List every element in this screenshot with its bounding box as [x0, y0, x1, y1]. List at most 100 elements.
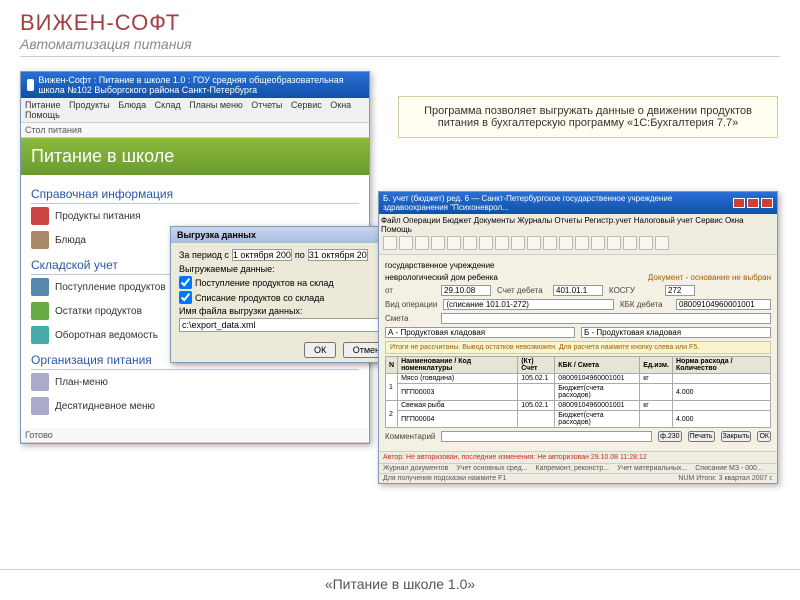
dish-icon — [31, 231, 49, 249]
table-row[interactable]: ПГП00004 Бюджет(счета расходов) 4.000 — [386, 411, 771, 428]
cell: Бюджет(счета расходов) — [555, 384, 640, 401]
th-name[interactable]: Наименование / Код номенклатуры — [398, 357, 518, 374]
close-icon[interactable] — [761, 198, 773, 208]
menu-item[interactable]: Блюда — [118, 100, 146, 110]
menu-item[interactable]: Продукты — [69, 100, 110, 110]
tab[interactable]: Списание МЗ - 000... — [695, 465, 763, 472]
table-row[interactable]: 2 Свежая рыба 105.02.1 08009104960001001… — [386, 401, 771, 411]
nav-plan-menu[interactable]: План-меню — [31, 370, 359, 394]
toolbar-icon[interactable] — [543, 236, 557, 250]
titlebar-1c[interactable]: Б. учет (бюджет) ред. 6 — Санкт-Петербур… — [379, 192, 777, 214]
btn-ok[interactable]: ОК — [757, 431, 771, 442]
kosgu-label: КОСГУ — [609, 286, 659, 295]
menu-item[interactable]: Планы меню — [189, 100, 243, 110]
menubar[interactable]: Питание Продукты Блюда Склад Планы меню … — [21, 98, 369, 123]
th-qty[interactable]: Норма расхода / Количество — [672, 357, 770, 374]
tab[interactable]: Учет основных сред... — [456, 465, 527, 472]
date-from-input[interactable] — [232, 249, 292, 261]
tab[interactable]: Журнал документов — [383, 465, 448, 472]
toolbar-icon[interactable] — [591, 236, 605, 250]
toolbar-icon[interactable] — [399, 236, 413, 250]
menubar-1c[interactable]: Файл Операции Бюджет Документы Журналы О… — [379, 214, 777, 255]
btn-print[interactable]: Печать — [688, 431, 715, 442]
toolbar-icon[interactable] — [479, 236, 493, 250]
comment-input[interactable] — [441, 431, 652, 442]
tab[interactable]: Учет материальных... — [617, 465, 687, 472]
menu-item[interactable]: Помощь — [381, 225, 412, 234]
file-label: Имя файла выгрузки данных: — [179, 306, 391, 316]
kosgu-input[interactable] — [665, 285, 695, 296]
slide-footer: «Питание в школе 1.0» — [0, 569, 800, 592]
nav-tenday-menu[interactable]: Десятидневное меню — [31, 394, 359, 418]
sklad-b-input[interactable] — [581, 327, 771, 338]
menu-item[interactable]: Помощь — [25, 110, 60, 120]
menu-item[interactable]: Журналы — [517, 216, 552, 225]
toolbar-icon[interactable] — [527, 236, 541, 250]
dialog-title[interactable]: Выгрузка данных — [171, 227, 399, 243]
date-to-input[interactable] — [308, 249, 368, 261]
th-n[interactable]: N — [386, 357, 398, 374]
cell: ПГП00004 — [398, 411, 518, 428]
doc-icon — [31, 278, 49, 296]
op-input[interactable] — [443, 299, 614, 310]
sklad-a-input[interactable] — [385, 327, 575, 338]
nav-label: Остатки продуктов — [55, 306, 142, 317]
menu-item[interactable]: Регистр.учет — [584, 216, 631, 225]
nav-products[interactable]: Продукты питания — [31, 204, 359, 228]
toolbar-icon[interactable] — [447, 236, 461, 250]
toolbar-icon[interactable] — [463, 236, 477, 250]
menu-item[interactable]: Отчеты — [251, 100, 282, 110]
th-kbk[interactable]: КБК / Смета — [555, 357, 640, 374]
cell: 08009104960001001 — [555, 401, 640, 411]
btn-close[interactable]: Закрыть — [721, 431, 752, 442]
menu-item[interactable]: Окна — [330, 100, 351, 110]
toolbar-icon[interactable] — [415, 236, 429, 250]
file-path[interactable]: c:\export_data.xml — [179, 318, 391, 332]
toolbar-icon[interactable] — [639, 236, 653, 250]
warning-bar: Итоги не рассчитаны. Вывод остатков нево… — [385, 341, 771, 354]
chk-incoming[interactable] — [179, 276, 192, 289]
acct-input[interactable] — [553, 285, 603, 296]
menu-item[interactable]: Склад — [155, 100, 181, 110]
menu-item[interactable]: Налоговый учет — [634, 216, 693, 225]
chk-label: Списание продуктов со склада — [195, 293, 324, 303]
toolbar-icon[interactable] — [655, 236, 669, 250]
toolbar-icon[interactable] — [559, 236, 573, 250]
menu-item[interactable]: Отчеты — [554, 216, 582, 225]
btn-f230[interactable]: ф.230 — [658, 431, 681, 442]
kbk-input[interactable] — [676, 299, 771, 310]
minimize-icon[interactable] — [733, 198, 745, 208]
books-icon — [31, 207, 49, 225]
tab[interactable]: Капремонт, реконстр... — [536, 465, 610, 472]
toolbar-icon[interactable] — [607, 236, 621, 250]
table-row[interactable]: ПГП00003 Бюджет(счета расходов) 4.000 — [386, 384, 771, 401]
maximize-icon[interactable] — [747, 198, 759, 208]
acct-label: Счет дебета — [497, 286, 547, 295]
table-row[interactable]: 1 Мясо (говядина) 105.02.1 0800910496000… — [386, 374, 771, 384]
menu-item[interactable]: Сервис — [291, 100, 322, 110]
th-ed[interactable]: Ед.изм. — [640, 357, 673, 374]
group-label: Выгружаемые данные: — [179, 264, 391, 274]
menu-item[interactable]: Документы — [474, 216, 515, 225]
titlebar[interactable]: Вижен-Софт : Питание в школе 1.0 : ГОУ с… — [21, 72, 369, 98]
menu-item[interactable]: Окна — [725, 216, 744, 225]
to-label: по — [295, 250, 305, 260]
ok-button[interactable]: ОК — [304, 342, 336, 358]
comment-label: Комментарий — [385, 432, 435, 441]
toolbar-icon[interactable] — [383, 236, 397, 250]
toolbar-icon[interactable] — [623, 236, 637, 250]
toolbar-icon[interactable] — [431, 236, 445, 250]
smeta-input[interactable] — [441, 313, 771, 324]
menu-item[interactable]: Сервис — [695, 216, 722, 225]
toolbar-icon[interactable] — [495, 236, 509, 250]
date-input[interactable] — [441, 285, 491, 296]
th-acct[interactable]: (Кт) Счет — [518, 357, 555, 374]
menu-item[interactable]: Файл — [381, 216, 401, 225]
menu-item[interactable]: Бюджет — [443, 216, 472, 225]
menu-item[interactable]: Операции — [403, 216, 440, 225]
toolbar-icon[interactable] — [575, 236, 589, 250]
auth-status: Автор: Не авторизован, последние изменен… — [379, 451, 777, 463]
chk-writeoff[interactable] — [179, 291, 192, 304]
menu-item[interactable]: Питание — [25, 100, 61, 110]
toolbar-icon[interactable] — [511, 236, 525, 250]
